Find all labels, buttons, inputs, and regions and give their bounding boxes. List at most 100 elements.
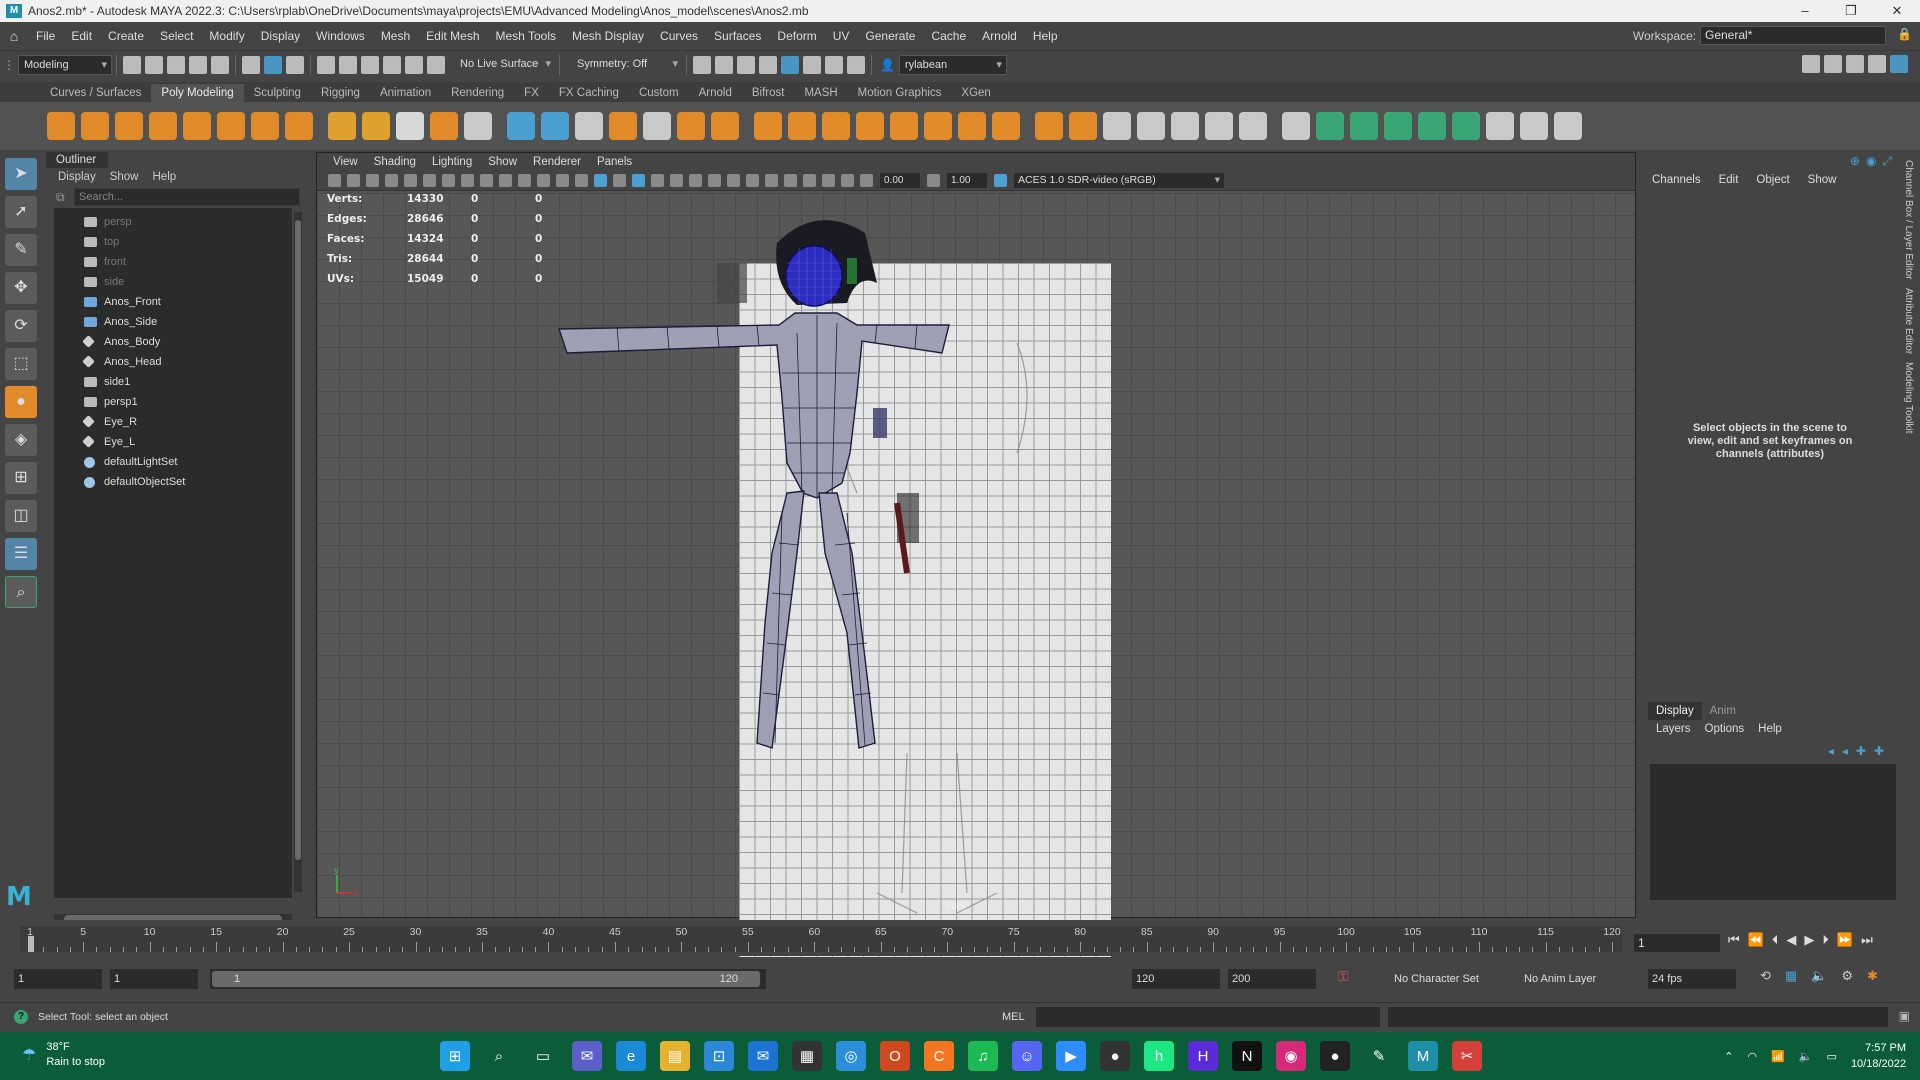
channelbox-menu-channels[interactable]: Channels bbox=[1652, 174, 1701, 186]
color-management-icon[interactable] bbox=[994, 174, 1007, 187]
menu-curves[interactable]: Curves bbox=[652, 29, 706, 43]
play-forward-icon[interactable]: ▶ bbox=[1804, 932, 1814, 948]
render-view-icon[interactable] bbox=[693, 55, 711, 74]
menu-generate[interactable]: Generate bbox=[857, 29, 923, 43]
shelf-tool-icon[interactable] bbox=[1035, 112, 1063, 140]
maya-icon[interactable]: M bbox=[1408, 1041, 1438, 1071]
outliner-item[interactable]: defaultLightSet bbox=[54, 452, 292, 472]
scene-start-field[interactable]: 1 bbox=[14, 969, 102, 989]
outliner-title[interactable]: Outliner bbox=[46, 152, 108, 168]
shelf-tool-icon[interactable] bbox=[958, 112, 986, 140]
windows-start-icon[interactable]: ⊞ bbox=[440, 1041, 470, 1071]
shelf-tab-bifrost[interactable]: Bifrost bbox=[742, 84, 795, 102]
shelf-tab-rigging[interactable]: Rigging bbox=[311, 84, 370, 102]
shelf-tab-fx[interactable]: FX bbox=[514, 84, 549, 102]
shelf-tool-icon[interactable] bbox=[328, 112, 356, 140]
wifi-icon[interactable]: 📶 bbox=[1771, 1050, 1785, 1063]
use-all-lights-icon[interactable] bbox=[670, 174, 683, 187]
range-slider-thumb[interactable]: 1 120 bbox=[212, 971, 760, 987]
shelf-tab-arnold[interactable]: Arnold bbox=[689, 84, 742, 102]
shelf-tool-icon[interactable] bbox=[81, 112, 109, 140]
shelf-tool-icon[interactable] bbox=[1205, 112, 1233, 140]
cache-playback-icon[interactable]: ▦ bbox=[1785, 968, 1797, 984]
shelf-tool-icon[interactable] bbox=[1069, 112, 1097, 140]
sound-icon[interactable]: 🔈 bbox=[1811, 968, 1827, 984]
make-live-icon[interactable] bbox=[427, 55, 445, 74]
maximize-button[interactable]: ❐ bbox=[1828, 0, 1874, 22]
battery-icon[interactable]: ▭ bbox=[1827, 1050, 1837, 1063]
shelf-tool-icon[interactable] bbox=[1384, 112, 1412, 140]
shelf-tab-custom[interactable]: Custom bbox=[629, 84, 689, 102]
home-icon[interactable]: ⌂ bbox=[0, 28, 28, 44]
viewport-menu-renderer[interactable]: Renderer bbox=[525, 156, 589, 168]
store-icon[interactable]: ⊡ bbox=[704, 1041, 734, 1071]
shelf-tool-icon[interactable] bbox=[754, 112, 782, 140]
menu-help[interactable]: Help bbox=[1025, 29, 1066, 43]
new-layer-selected-icon[interactable]: ✚ bbox=[1874, 744, 1884, 758]
shelf-tool-icon[interactable] bbox=[507, 112, 535, 140]
user-account-dropdown[interactable]: rylabean bbox=[898, 54, 1007, 75]
shelf-tool-icon[interactable] bbox=[251, 112, 279, 140]
character-set-dropdown[interactable]: No Character Set bbox=[1390, 969, 1510, 989]
pause-viewport-icon[interactable] bbox=[847, 55, 865, 74]
current-frame-marker[interactable] bbox=[28, 936, 34, 952]
side-tab-modeling-toolkit[interactable]: Modeling Toolkit bbox=[1903, 362, 1914, 434]
search-tool-icon[interactable]: ⌕ bbox=[5, 576, 37, 608]
layer-menu-options[interactable]: Options bbox=[1705, 723, 1745, 735]
outliner-item[interactable]: Eye_R bbox=[54, 412, 292, 432]
outliner-item[interactable]: persp bbox=[54, 212, 292, 232]
shelf-tool-icon[interactable] bbox=[362, 112, 390, 140]
chevron-up-icon[interactable]: ⌃ bbox=[1724, 1050, 1733, 1063]
outliner-vscrollbar[interactable] bbox=[294, 212, 302, 892]
open-scene-icon[interactable] bbox=[145, 55, 163, 74]
side-tab-attribute-editor[interactable]: Attribute Editor bbox=[1903, 288, 1914, 354]
outliner-search-input[interactable]: Search... bbox=[74, 188, 300, 206]
shelf-tool-icon[interactable] bbox=[541, 112, 569, 140]
select-hierarchy-icon[interactable] bbox=[242, 55, 260, 74]
scroll-thumb[interactable] bbox=[295, 220, 301, 860]
outliner-item[interactable]: Eye_L bbox=[54, 432, 292, 452]
film-gate-icon[interactable] bbox=[461, 174, 474, 187]
outliner-menu-display[interactable]: Display bbox=[58, 171, 96, 183]
shelf-tool-icon[interactable] bbox=[115, 112, 143, 140]
gate-mask-icon[interactable] bbox=[499, 174, 512, 187]
shelf-tab-rendering[interactable]: Rendering bbox=[441, 84, 514, 102]
shelf-tab-xgen[interactable]: XGen bbox=[951, 84, 1000, 102]
render-settings-icon[interactable] bbox=[759, 55, 777, 74]
outliner-menu-show[interactable]: Show bbox=[110, 171, 139, 183]
shelf-tool-icon[interactable] bbox=[890, 112, 918, 140]
shelf-tool-icon[interactable] bbox=[1316, 112, 1344, 140]
script-editor-icon[interactable]: ▣ bbox=[1899, 1009, 1910, 1023]
workspace-dropdown[interactable]: General* bbox=[1700, 26, 1886, 45]
current-frame-field[interactable]: 1 bbox=[1634, 934, 1720, 952]
light-editor-icon[interactable] bbox=[825, 55, 843, 74]
calculator-icon[interactable]: ▦ bbox=[792, 1041, 822, 1071]
four-view-icon[interactable]: ⊞ bbox=[5, 462, 37, 494]
two-d-pan-icon[interactable] bbox=[404, 174, 417, 187]
hulu-icon[interactable]: h bbox=[1144, 1041, 1174, 1071]
channelbox-icon[interactable]: ⊕ bbox=[1850, 154, 1860, 169]
safe-title-icon[interactable] bbox=[556, 174, 569, 187]
anti-aliasing-icon[interactable] bbox=[746, 174, 759, 187]
shelf-tool-icon[interactable] bbox=[1350, 112, 1378, 140]
netflix-icon[interactable]: N bbox=[1232, 1041, 1262, 1071]
scene-end-field[interactable]: 200 bbox=[1228, 969, 1316, 989]
shelf-tab-curves-surfaces[interactable]: Curves / Surfaces bbox=[40, 84, 151, 102]
shelf-tool-icon[interactable] bbox=[609, 112, 637, 140]
crunchyroll-icon[interactable]: C bbox=[924, 1041, 954, 1071]
snap-point-icon[interactable] bbox=[361, 55, 379, 74]
menu-display[interactable]: Display bbox=[253, 29, 308, 43]
github-icon[interactable]: ● bbox=[1100, 1041, 1130, 1071]
search-icon[interactable]: ⌕ bbox=[484, 1041, 514, 1071]
outliner-item[interactable]: side bbox=[54, 272, 292, 292]
field-chart-icon[interactable] bbox=[518, 174, 531, 187]
snap-grid-icon[interactable] bbox=[317, 55, 335, 74]
layer-tab-anim[interactable]: Anim bbox=[1702, 702, 1744, 720]
playback-end-field[interactable]: 120 bbox=[1132, 969, 1220, 989]
go-to-start-icon[interactable]: ⏮ bbox=[1728, 932, 1740, 948]
menu-create[interactable]: Create bbox=[100, 29, 152, 43]
shelf-tool-icon[interactable] bbox=[677, 112, 705, 140]
command-input[interactable] bbox=[1036, 1007, 1380, 1027]
bookmark-icon[interactable] bbox=[366, 174, 379, 187]
fps-dropdown[interactable]: 24 fps bbox=[1648, 969, 1736, 989]
